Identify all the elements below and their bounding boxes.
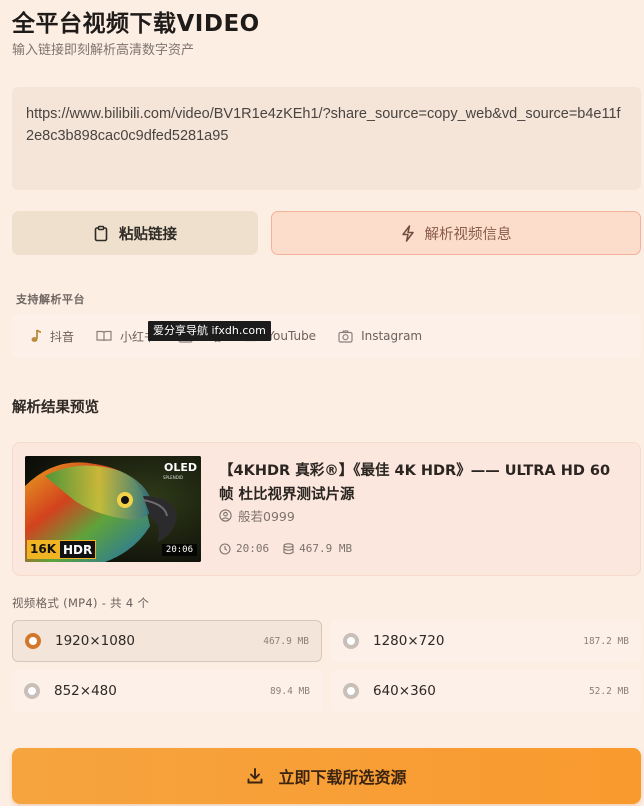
radio-unselected[interactable]	[343, 633, 359, 649]
download-button[interactable]: 立即下载所选资源	[12, 748, 641, 804]
platform-label: Instagram	[361, 329, 423, 343]
thumb-duration: 20:06	[161, 544, 197, 556]
platforms-heading: 支持解析平台	[16, 293, 85, 306]
size-meta: 467.9 MB	[283, 542, 352, 555]
paste-link-button[interactable]: 粘贴链接	[12, 211, 258, 255]
clipboard-icon	[94, 225, 108, 241]
parse-video-label: 解析视频信息	[424, 226, 512, 243]
parse-video-button[interactable]: 解析视频信息	[271, 211, 641, 255]
format-option-1080p[interactable]: 1920×1080 467.9 MB	[12, 620, 322, 662]
radio-unselected[interactable]	[343, 683, 359, 699]
format-option-360p[interactable]: 640×360 52.2 MB	[331, 670, 641, 712]
platform-label: 抖音	[50, 329, 75, 344]
user-circle-icon	[219, 509, 232, 522]
results-heading: 解析结果预览	[12, 400, 99, 416]
clock-icon	[219, 542, 231, 555]
format-resolution: 1920×1080	[55, 633, 136, 649]
radio-selected[interactable]	[25, 633, 41, 649]
video-meta: 20:06 467.9 MB	[219, 542, 352, 555]
format-size: 52.2 MB	[588, 685, 629, 697]
format-size: 89.4 MB	[269, 685, 310, 697]
video-title: 【4KHDR 真彩®】《最佳 4K HDR》—— ULTRA HD 60帧 杜比…	[219, 463, 611, 503]
platform-item-instagram[interactable]: Instagram	[338, 329, 422, 343]
download-icon	[248, 768, 263, 784]
platform-label: YouTube	[267, 329, 317, 343]
format-size: 467.9 MB	[263, 635, 309, 647]
duration-value: 20:06	[236, 542, 270, 555]
duration-meta: 20:06	[219, 542, 269, 555]
url-input[interactable]: https://www.bilibili.com/video/BV1R1e4zK…	[12, 87, 641, 190]
thumb-brand: OLED	[164, 461, 197, 474]
download-label: 立即下载所选资源	[278, 768, 407, 787]
formats-heading: 视频格式 (MP4) - 共 4 个	[12, 596, 150, 610]
page-title: 全平台视频下载VIDEO	[12, 11, 260, 37]
format-resolution: 852×480	[54, 683, 117, 699]
format-resolution: 1280×720	[373, 633, 445, 649]
format-size: 187.2 MB	[583, 635, 629, 647]
format-resolution: 640×360	[373, 683, 436, 699]
radio-unselected[interactable]	[24, 683, 40, 699]
hdr-badge: 16K HDR	[27, 540, 97, 559]
camera-icon	[338, 329, 353, 343]
thumb-badge-16k: 16K	[27, 540, 59, 559]
page-subtitle: 输入链接即刻解析高清数字资产	[12, 43, 195, 58]
watermark-overlay: 爱分享导航 ifxdh.com	[148, 321, 271, 341]
format-option-480p[interactable]: 852×480 89.4 MB	[12, 670, 322, 712]
platform-item-douyin[interactable]: 抖音	[30, 328, 74, 345]
platform-list: 抖音 小红书 B站 YouTube Instagram	[12, 314, 641, 358]
uploader-info: 般若0999	[219, 506, 295, 525]
paste-link-label: 粘贴链接	[119, 226, 177, 243]
format-option-720p[interactable]: 1280×720 187.2 MB	[331, 620, 641, 662]
size-value: 467.9 MB	[299, 542, 353, 555]
video-thumbnail[interactable]: OLED SPLENDID 16K HDR 20:06	[25, 456, 201, 562]
book-icon	[96, 330, 112, 342]
database-icon	[283, 542, 294, 554]
svg-text:SPLENDID: SPLENDID	[163, 475, 183, 480]
thumb-badge-hdr: HDR	[59, 540, 97, 559]
uploader-name: 般若0999	[238, 509, 295, 524]
lightning-icon	[401, 224, 414, 242]
music-note-icon	[31, 329, 42, 342]
